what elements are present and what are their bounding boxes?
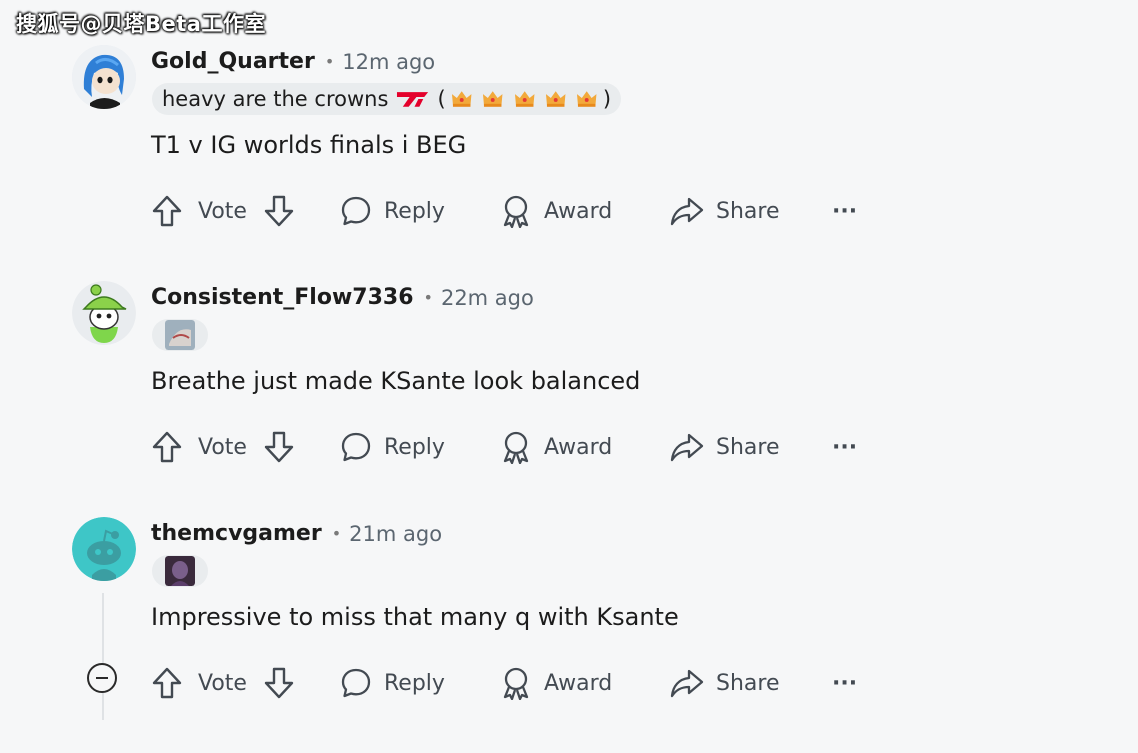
reply-button[interactable]: Reply — [340, 191, 445, 231]
reply-button[interactable]: Reply — [340, 427, 445, 467]
vote-count-label: Vote — [198, 198, 247, 224]
reply-button[interactable]: Reply — [340, 663, 445, 703]
username-link[interactable]: themcvgamer — [151, 521, 322, 546]
award-button[interactable]: Award — [500, 663, 612, 703]
crown-icon — [545, 91, 566, 107]
user-avatar[interactable] — [72, 517, 136, 581]
award-button[interactable]: Award — [500, 427, 612, 467]
arrow-up-icon — [152, 667, 182, 699]
collapse-thread-button[interactable] — [87, 663, 117, 693]
more-options-button[interactable]: ··· — [832, 191, 857, 231]
share-arrow-icon — [670, 433, 704, 462]
upvote-button[interactable] — [150, 427, 184, 467]
reply-label: Reply — [384, 198, 445, 224]
arrow-down-icon — [264, 195, 294, 227]
comment-timestamp[interactable]: 21m ago — [349, 522, 442, 546]
t1-logo-icon — [397, 92, 429, 107]
reply-label: Reply — [384, 434, 445, 460]
username-link[interactable]: Gold_Quarter — [151, 49, 315, 74]
more-options-button[interactable]: ··· — [832, 427, 857, 467]
arrow-up-icon — [152, 195, 182, 227]
meta-separator: • — [324, 52, 335, 71]
share-arrow-icon — [670, 669, 704, 698]
arrow-down-icon — [264, 431, 294, 463]
share-label: Share — [716, 434, 780, 460]
flair-image-icon — [165, 556, 195, 586]
meta-separator: • — [423, 288, 433, 307]
more-dots-icon: ··· — [832, 198, 858, 224]
more-options-button[interactable]: ··· — [832, 663, 857, 703]
upvote-button[interactable] — [150, 191, 184, 231]
comment-actions: Vote Reply Award Share ··· — [150, 427, 870, 467]
comment-timestamp[interactable]: 12m ago — [342, 50, 435, 74]
vote-count-label: Vote — [198, 434, 247, 460]
share-button[interactable]: Share — [670, 663, 780, 703]
meta-separator: • — [331, 524, 342, 543]
share-label: Share — [716, 670, 780, 696]
upvote-button[interactable] — [150, 663, 184, 703]
chat-bubble-icon — [341, 668, 371, 698]
arrow-up-icon — [152, 431, 182, 463]
snoo-default-teal-avatar-icon — [72, 517, 136, 581]
minus-icon — [96, 677, 108, 679]
award-ribbon-icon — [503, 667, 529, 700]
comment-item: Gold_Quarter • 12m ago heavy are the cro… — [0, 45, 1138, 281]
snoo-blue-hair-avatar-icon — [72, 45, 136, 109]
chat-bubble-icon — [341, 196, 371, 226]
comment-body: Breathe just made KSante look balanced — [151, 367, 641, 395]
comment-body: Impressive to miss that many q with Ksan… — [151, 603, 679, 631]
comment-meta: Gold_Quarter • 12m ago — [151, 49, 435, 74]
flair-text: heavy are the crowns — [162, 87, 389, 111]
share-label: Share — [716, 198, 780, 224]
crown-icon — [514, 91, 534, 107]
vote-count-label: Vote — [198, 670, 247, 696]
award-label: Award — [544, 434, 613, 460]
snoo-green-hat-avatar-icon — [72, 281, 136, 345]
flair-close-paren: ) — [602, 87, 612, 111]
comment-actions: Vote Reply Award Share ··· — [150, 191, 870, 231]
arrow-down-icon — [264, 667, 294, 699]
share-arrow-icon — [670, 197, 704, 226]
username-link[interactable]: Consistent_Flow7336 — [151, 285, 414, 310]
downvote-button[interactable] — [262, 663, 296, 703]
award-ribbon-icon — [503, 195, 529, 228]
flair-image-icon — [165, 320, 195, 350]
award-label: Award — [544, 198, 613, 224]
reply-label: Reply — [384, 670, 445, 696]
chat-bubble-icon — [341, 432, 371, 462]
crown-icon — [451, 91, 472, 107]
downvote-button[interactable] — [262, 191, 296, 231]
share-button[interactable]: Share — [670, 191, 780, 231]
award-label: Award — [544, 670, 613, 696]
award-button[interactable]: Award — [500, 191, 612, 231]
user-flair — [152, 555, 208, 587]
comment-item: themcvgamer • 21m ago Impressive to miss… — [0, 517, 1138, 753]
crown-icon — [577, 91, 597, 107]
comment-item: Consistent_Flow7336 • 22m ago Breathe ju… — [0, 281, 1138, 517]
user-avatar[interactable] — [72, 45, 136, 109]
comment-meta: themcvgamer • 21m ago — [151, 521, 442, 546]
comment-meta: Consistent_Flow7336 • 22m ago — [151, 285, 534, 310]
comment-body: T1 v IG worlds finals i BEG — [151, 131, 467, 159]
share-button[interactable]: Share — [670, 427, 780, 467]
watermark: 搜狐号@贝塔Beta工作室 — [16, 12, 266, 36]
downvote-button[interactable] — [262, 427, 296, 467]
comment-actions: Vote Reply Award Share ··· — [150, 663, 870, 703]
more-dots-icon: ··· — [832, 434, 858, 460]
user-avatar[interactable] — [72, 281, 136, 345]
more-dots-icon: ··· — [832, 670, 858, 696]
comment-timestamp[interactable]: 22m ago — [441, 286, 534, 310]
user-flair — [152, 319, 208, 351]
user-flair: heavy are the crowns ( ) — [152, 83, 621, 115]
crown-icon — [483, 91, 503, 107]
flair-open-paren: ( — [437, 87, 446, 111]
award-ribbon-icon — [503, 431, 529, 464]
